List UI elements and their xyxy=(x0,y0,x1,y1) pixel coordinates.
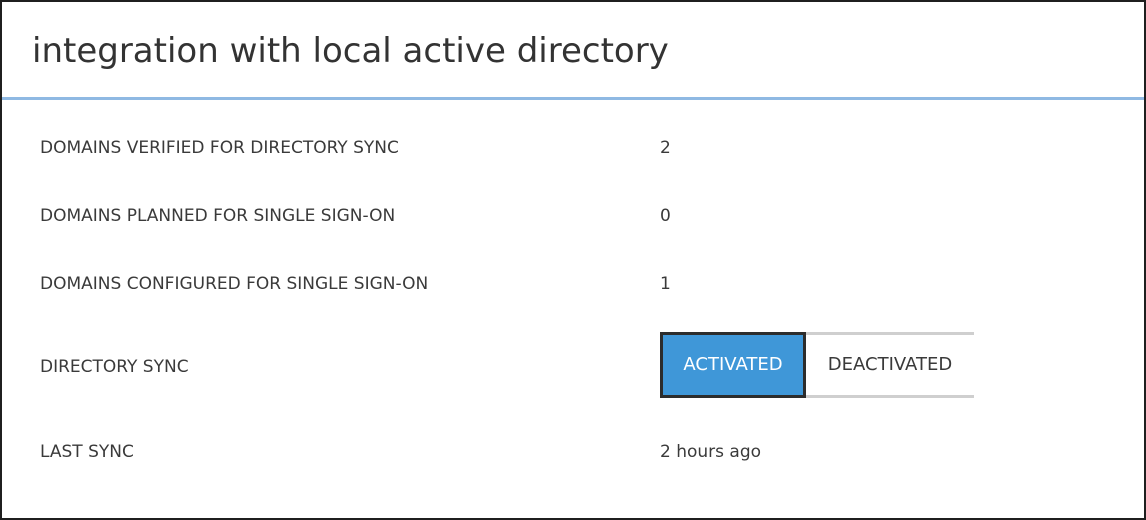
deactivated-option[interactable]: DEACTIVATED xyxy=(806,335,974,395)
row-label: DOMAINS PLANNED FOR SINGLE SIGN-ON xyxy=(40,206,396,226)
directory-sync-toggle[interactable]: ACTIVATED DEACTIVATED xyxy=(660,332,974,398)
panel: integration with local active directory … xyxy=(0,0,1146,520)
row-domains-configured: DOMAINS CONFIGURED FOR SINGLE SIGN-ON 1 xyxy=(2,264,1144,304)
row-domains-verified: DOMAINS VERIFIED FOR DIRECTORY SYNC 2 xyxy=(2,128,1144,168)
row-value: 0 xyxy=(660,206,671,226)
row-value: 2 xyxy=(660,138,671,158)
page-title: integration with local active directory xyxy=(32,31,669,71)
row-label: DOMAINS CONFIGURED FOR SINGLE SIGN-ON xyxy=(40,274,429,294)
row-domains-planned: DOMAINS PLANNED FOR SINGLE SIGN-ON 0 xyxy=(2,196,1144,236)
row-value: 1 xyxy=(660,274,671,294)
row-label: DIRECTORY SYNC xyxy=(40,357,189,377)
activated-option[interactable]: ACTIVATED xyxy=(660,332,806,398)
panel-header: integration with local active directory xyxy=(2,2,1144,100)
row-value: 2 hours ago xyxy=(660,442,762,462)
row-label: DOMAINS VERIFIED FOR DIRECTORY SYNC xyxy=(40,138,399,158)
row-label: LAST SYNC xyxy=(40,442,134,462)
row-last-sync: LAST SYNC 2 hours ago xyxy=(2,432,1144,472)
